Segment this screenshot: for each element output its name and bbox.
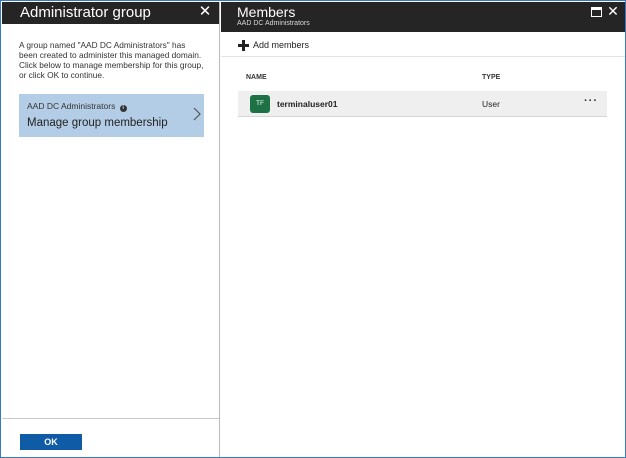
add-members-button[interactable]: Add members xyxy=(238,38,309,52)
member-name: terminaluser01 xyxy=(277,99,338,109)
chevron-right-icon xyxy=(193,107,201,121)
group-name-label: AAD DC Administrators i xyxy=(27,101,127,112)
close-icon[interactable]: ✕ xyxy=(606,4,620,18)
table-row[interactable]: TF terminaluser01 User ··· xyxy=(238,91,607,117)
right-blade-subtitle: AAD DC Administrators xyxy=(237,20,310,27)
ok-button[interactable]: OK xyxy=(20,434,82,450)
manage-membership-label: Manage group membership xyxy=(27,117,168,129)
column-header-name[interactable]: NAME xyxy=(246,74,267,81)
window-frame: Administrator group ✕ A group named "AAD… xyxy=(0,0,626,458)
more-options-icon[interactable]: ··· xyxy=(584,95,598,107)
column-header-type[interactable]: TYPE xyxy=(482,74,500,81)
member-type: User xyxy=(482,99,500,109)
left-blade-title: Administrator group xyxy=(20,4,151,21)
avatar: TF xyxy=(250,95,270,113)
members-blade: Members AAD DC Administrators ✕ Add memb… xyxy=(221,2,625,457)
info-icon[interactable]: i xyxy=(119,105,127,112)
right-blade-title: Members xyxy=(237,4,296,20)
plus-icon xyxy=(238,39,249,51)
maximize-icon[interactable] xyxy=(591,7,602,17)
administrator-group-blade: Administrator group ✕ A group named "AAD… xyxy=(2,2,220,457)
manage-group-membership-card[interactable]: AAD DC Administrators i Manage group mem… xyxy=(19,94,204,137)
footer-divider xyxy=(2,418,219,419)
right-blade-header: Members AAD DC Administrators ✕ xyxy=(221,2,625,32)
group-description: A group named "AAD DC Administrators" ha… xyxy=(19,40,204,80)
add-members-label: Add members xyxy=(253,40,310,50)
group-name-text: AAD DC Administrators xyxy=(27,101,116,111)
members-toolbar: Add members xyxy=(221,32,625,57)
left-blade-header: Administrator group ✕ xyxy=(2,2,219,24)
close-icon[interactable]: ✕ xyxy=(197,4,213,20)
